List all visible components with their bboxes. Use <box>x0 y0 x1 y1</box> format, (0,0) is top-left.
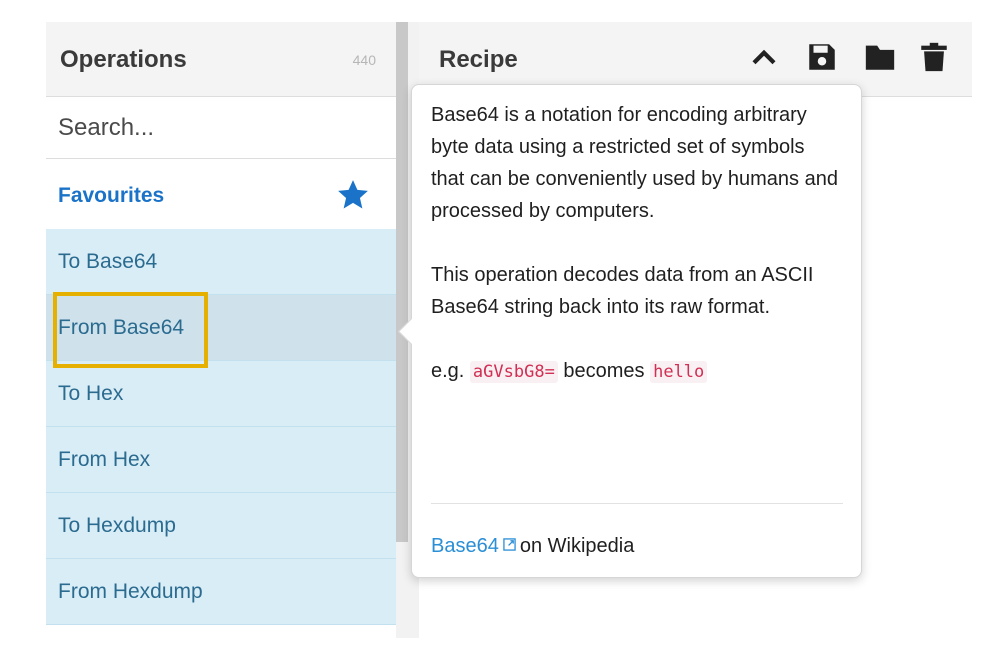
operation-label: From Hexdump <box>58 580 203 603</box>
folder-icon[interactable] <box>863 40 897 74</box>
operations-header: Operations 440 <box>46 22 396 97</box>
description-paragraph: Base64 is a notation for encoding arbitr… <box>431 104 838 222</box>
link-suffix: on Wikipedia <box>519 535 635 557</box>
operation-label: From Base64 <box>58 316 185 339</box>
popover-footer: Base64 on Wikipedia <box>431 535 634 558</box>
operation-list: To Base64 From Base64 To Hex From Hex To… <box>46 229 396 625</box>
operation-to-hexdump[interactable]: To Hexdump <box>46 493 396 559</box>
example-line: e.g. aGVsbG8= becomes hello <box>431 355 843 388</box>
example-output: hello <box>650 361 708 383</box>
divider <box>431 503 843 504</box>
operations-count: 440 <box>352 52 376 68</box>
operation-label: To Hex <box>58 382 124 405</box>
favourites-label: Favourites <box>58 184 165 207</box>
operations-title: Operations <box>60 46 187 73</box>
operation-to-base64[interactable]: To Base64 <box>46 229 396 295</box>
save-icon[interactable] <box>805 40 839 74</box>
example-input: aGVsbG8= <box>469 361 558 383</box>
operation-from-base64[interactable]: From Base64 <box>46 295 396 361</box>
scrollbar[interactable] <box>396 22 408 542</box>
recipe-title: Recipe <box>439 46 518 73</box>
link-text: Base64 <box>431 535 499 557</box>
popover-body: Base64 is a notation for encoding arbitr… <box>431 99 843 388</box>
operation-info-popover: Base64 is a notation for encoding arbitr… <box>398 84 862 578</box>
operation-from-hexdump[interactable]: From Hexdump <box>46 559 396 625</box>
search-input[interactable] <box>46 97 396 159</box>
wikipedia-link[interactable]: Base64 <box>431 535 520 557</box>
operation-label: From Hex <box>58 448 151 471</box>
trash-icon[interactable] <box>917 40 951 74</box>
operation-from-hex[interactable]: From Hex <box>46 427 396 493</box>
chevron-up-icon[interactable] <box>747 40 781 74</box>
operation-label: To Hexdump <box>58 514 176 537</box>
external-link-icon <box>503 538 516 551</box>
star-icon <box>338 180 368 209</box>
operation-to-hex[interactable]: To Hex <box>46 361 396 427</box>
example-mid: becomes <box>563 360 645 382</box>
favourites-category[interactable]: Favourites <box>46 160 396 228</box>
operation-label: To Base64 <box>58 250 158 273</box>
description-paragraph: This operation decodes data from an ASCI… <box>431 264 814 318</box>
operations-panel: Operations 440 Favourites To Base64 From… <box>46 22 396 638</box>
example-prefix: e.g. <box>431 360 465 382</box>
